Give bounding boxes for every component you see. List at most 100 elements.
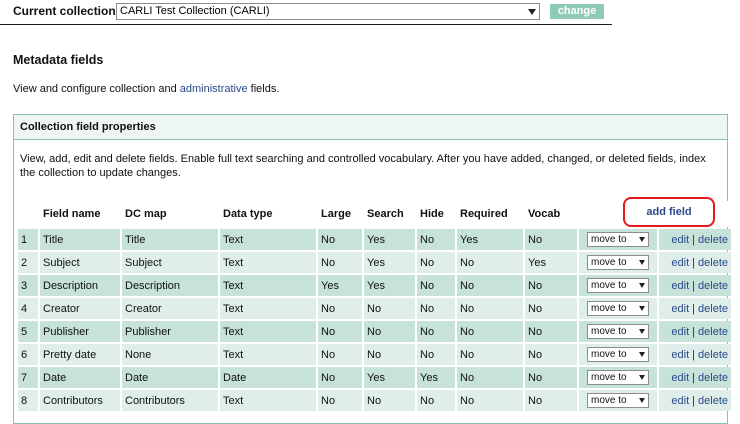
- page-intro: View and configure collection and admini…: [13, 83, 279, 95]
- row-actions: edit | delete: [659, 390, 731, 411]
- field-name: Contributors: [40, 390, 120, 411]
- collection-label: Current collection:: [13, 4, 120, 18]
- hide-value: No: [417, 298, 455, 319]
- delete-link[interactable]: delete: [698, 395, 728, 407]
- large-value: No: [318, 344, 362, 365]
- row-actions: edit | delete: [659, 275, 731, 296]
- field-name: Pretty date: [40, 344, 120, 365]
- row-actions: edit | delete: [659, 229, 731, 250]
- collection-select[interactable]: CARLI Test Collection (CARLI): [116, 3, 540, 20]
- delete-link[interactable]: delete: [698, 326, 728, 338]
- vocab-value: No: [525, 229, 577, 250]
- dc-map: Date: [122, 367, 218, 388]
- move-to-select[interactable]: move to: [587, 232, 649, 247]
- field-name: Date: [40, 367, 120, 388]
- edit-link[interactable]: edit: [671, 257, 689, 269]
- required-value: No: [457, 367, 523, 388]
- table-row: 3 Description Description Text Yes Yes N…: [18, 275, 731, 296]
- edit-link[interactable]: edit: [671, 395, 689, 407]
- move-to-select[interactable]: move to: [587, 324, 649, 339]
- search-value: Yes: [364, 229, 415, 250]
- vocab-value: No: [525, 321, 577, 342]
- edit-link[interactable]: edit: [671, 372, 689, 384]
- delete-link[interactable]: delete: [698, 349, 728, 361]
- move-to-select[interactable]: move to: [587, 393, 649, 408]
- row-actions: edit | delete: [659, 321, 731, 342]
- vocab-value: No: [525, 390, 577, 411]
- field-name: Description: [40, 275, 120, 296]
- field-name: Publisher: [40, 321, 120, 342]
- move-cell: move to: [579, 229, 657, 250]
- required-value: No: [457, 298, 523, 319]
- search-value: Yes: [364, 252, 415, 273]
- search-value: No: [364, 344, 415, 365]
- row-number: 4: [18, 298, 38, 319]
- row-number: 5: [18, 321, 38, 342]
- table-row: 6 Pretty date None Text No No No No No m…: [18, 344, 731, 365]
- edit-link[interactable]: edit: [671, 326, 689, 338]
- delete-link[interactable]: delete: [698, 280, 728, 292]
- required-value: No: [457, 321, 523, 342]
- dc-map: Creator: [122, 298, 218, 319]
- move-to-select[interactable]: move to: [587, 370, 649, 385]
- large-value: Yes: [318, 275, 362, 296]
- col-header-field-name: Field name: [40, 201, 120, 227]
- intro-text-after: fields.: [247, 83, 280, 95]
- delete-link[interactable]: delete: [698, 257, 728, 269]
- page-title: Metadata fields: [13, 53, 104, 67]
- move-to-label: move to: [591, 349, 627, 360]
- move-cell: move to: [579, 367, 657, 388]
- change-button[interactable]: change: [550, 4, 604, 19]
- hide-value: No: [417, 275, 455, 296]
- delete-link[interactable]: delete: [698, 372, 728, 384]
- intro-text-before: View and configure collection and: [13, 83, 180, 95]
- required-value: No: [457, 275, 523, 296]
- collection-bar: Current collection: CARLI Test Collectio…: [0, 0, 612, 25]
- search-value: Yes: [364, 367, 415, 388]
- move-cell: move to: [579, 344, 657, 365]
- delete-link[interactable]: delete: [698, 303, 728, 315]
- edit-link[interactable]: edit: [671, 303, 689, 315]
- edit-link[interactable]: edit: [671, 234, 689, 246]
- row-number: 7: [18, 367, 38, 388]
- col-header-data-type: Data type: [220, 201, 316, 227]
- search-value: No: [364, 298, 415, 319]
- row-actions: edit | delete: [659, 298, 731, 319]
- edit-link[interactable]: edit: [671, 280, 689, 292]
- table-row: 8 Contributors Contributors Text No No N…: [18, 390, 731, 411]
- move-to-select[interactable]: move to: [587, 301, 649, 316]
- chevron-down-icon: [639, 329, 645, 334]
- chevron-down-icon: [639, 237, 645, 242]
- large-value: No: [318, 367, 362, 388]
- move-to-label: move to: [591, 326, 627, 337]
- data-type: Text: [220, 252, 316, 273]
- col-header-hide: Hide: [417, 201, 455, 227]
- field-name: Creator: [40, 298, 120, 319]
- link-separator: |: [692, 279, 696, 292]
- delete-link[interactable]: delete: [698, 234, 728, 246]
- hide-value: No: [417, 390, 455, 411]
- table-row: 2 Subject Subject Text No Yes No No Yes …: [18, 252, 731, 273]
- vocab-value: No: [525, 275, 577, 296]
- vocab-value: No: [525, 344, 577, 365]
- administrative-link[interactable]: administrative: [180, 83, 248, 95]
- row-number: 2: [18, 252, 38, 273]
- row-actions: edit | delete: [659, 252, 731, 273]
- data-type: Text: [220, 298, 316, 319]
- data-type: Date: [220, 367, 316, 388]
- col-header-search: Search: [364, 201, 415, 227]
- move-to-select[interactable]: move to: [587, 278, 649, 293]
- field-name: Title: [40, 229, 120, 250]
- move-to-select[interactable]: move to: [587, 255, 649, 270]
- add-field-link[interactable]: add field: [623, 197, 715, 227]
- edit-link[interactable]: edit: [671, 349, 689, 361]
- dc-map: Subject: [122, 252, 218, 273]
- move-to-label: move to: [591, 303, 627, 314]
- search-value: No: [364, 390, 415, 411]
- move-to-select[interactable]: move to: [587, 347, 649, 362]
- move-cell: move to: [579, 390, 657, 411]
- table-row: 7 Date Date Date No Yes Yes No No move t…: [18, 367, 731, 388]
- row-number: 1: [18, 229, 38, 250]
- chevron-down-icon: [639, 283, 645, 288]
- link-separator: |: [692, 348, 696, 361]
